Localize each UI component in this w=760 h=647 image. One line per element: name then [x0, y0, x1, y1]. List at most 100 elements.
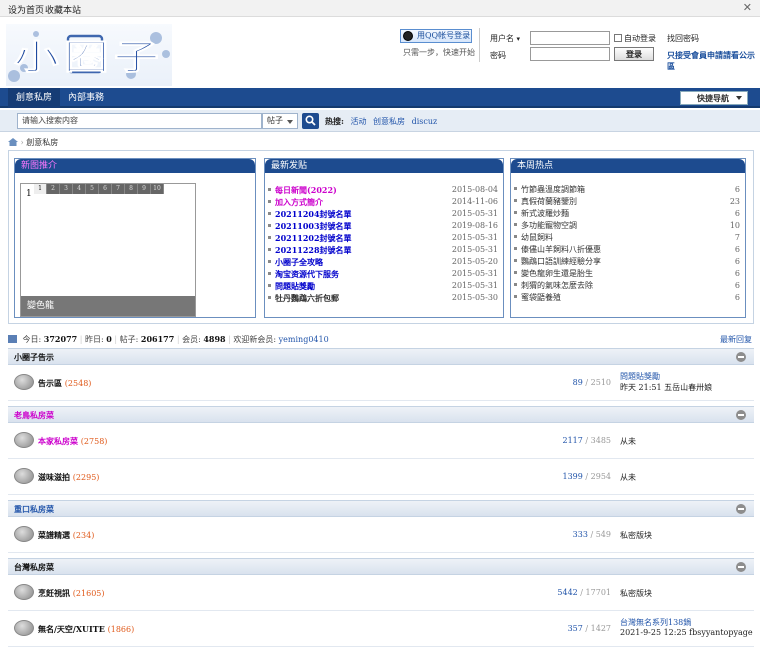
hot-item-title[interactable]: 刺猬的氣味怎麼去除 — [521, 281, 593, 290]
hot-item-title[interactable]: 幼鼠飼料 — [521, 233, 553, 242]
slide-page-button[interactable]: 4 — [73, 184, 86, 194]
slide-page-button[interactable]: 2 — [47, 184, 60, 194]
slide-page-button[interactable]: 1 — [34, 184, 47, 194]
latest-post-title[interactable]: 20211204封號名單 — [275, 209, 352, 219]
hot-item-title[interactable]: 蜜袋鼯養殖 — [521, 293, 561, 302]
forum-name[interactable]: 菜譜精選 (234) — [38, 530, 94, 541]
latest-post-title[interactable]: 每日新聞(2022) — [275, 185, 337, 195]
tab-creative-private[interactable]: 創意私房 — [8, 88, 61, 108]
hot-item[interactable]: 鸚鵡口語訓練經驗分享 6 — [514, 256, 740, 268]
collapse-icon[interactable] — [736, 562, 746, 572]
category-title[interactable]: 小圈子告示 — [14, 352, 54, 362]
category-title[interactable]: 重口私房菜 — [14, 504, 54, 514]
tab-internal-affairs[interactable]: 內部事務 — [60, 88, 112, 108]
latest-post-title[interactable]: 20211228封號名單 — [275, 245, 352, 255]
site-logo[interactable]: 小圈子 — [6, 24, 172, 86]
collapse-icon[interactable] — [736, 504, 746, 514]
latest-post-title[interactable]: 牡丹鸚鵡六折包郵 — [275, 293, 339, 303]
membership-notice-link[interactable]: 只接受會員申請請看公示區 — [667, 50, 760, 72]
latest-post-item[interactable]: 20211228封號名單 2015-05-31 — [268, 244, 498, 256]
latest-post-item[interactable]: 小圈子全攻略 2015-05-20 — [268, 256, 498, 268]
hot-item-title[interactable]: 鸚鵡口語訓練經驗分享 — [521, 257, 601, 266]
hot-item-title[interactable]: 竹節蟲溫度調節箱 — [521, 185, 585, 194]
hot-item[interactable]: 真假荷蘭豬鑒別 23 — [514, 196, 740, 208]
latest-post-item[interactable]: 牡丹鸚鵡六折包郵 2015-05-30 — [268, 292, 498, 304]
collapse-icon[interactable] — [736, 352, 746, 362]
forum-icon[interactable] — [14, 526, 34, 542]
hot-item[interactable]: 變色龍卵生還是胎生 6 — [514, 268, 740, 280]
hot-item[interactable]: 多功能寵物空調 10 — [514, 220, 740, 232]
login-button[interactable]: 登录 — [614, 47, 654, 61]
slide-page-button[interactable]: 10 — [151, 184, 164, 194]
forum-name[interactable]: 烹飪視訊 (21605) — [38, 588, 105, 599]
forum-stats: 1399 / 2954 — [562, 472, 612, 481]
set-homepage-link[interactable]: 设为首页 — [8, 3, 44, 16]
search-input[interactable]: 请输入搜索内容 — [17, 113, 262, 129]
latest-post-title[interactable]: 20211202封號名單 — [275, 233, 352, 243]
close-icon[interactable]: ✕ — [743, 1, 752, 14]
qq-login-button[interactable]: 用QQ帐号登录 — [400, 29, 472, 43]
hot-item[interactable]: 竹節蟲溫度調節箱 6 — [514, 184, 740, 196]
hot-item[interactable]: 傣儘山羊飼料八折優惠 6 — [514, 244, 740, 256]
find-password-link[interactable]: 找回密码 — [667, 33, 699, 44]
search-type-select[interactable]: 帖子 — [262, 113, 298, 129]
category-title[interactable]: 台灣私房菜 — [14, 562, 54, 572]
latest-post-title[interactable]: 20211003封號名單 — [275, 221, 352, 231]
new-member-link[interactable]: yeming0410 — [279, 335, 329, 344]
hot-item-title[interactable]: 真假荷蘭豬鑒別 — [521, 197, 577, 206]
hot-item[interactable]: 幼鼠飼料 7 — [514, 232, 740, 244]
forum-icon[interactable] — [14, 374, 34, 390]
latest-post-item[interactable]: 20211003封號名單 2019-08-16 — [268, 220, 498, 232]
image-slideshow[interactable]: 1 1 2 3 4 5 6 7 8 9 10 變色龍 — [20, 183, 196, 317]
latest-post-title[interactable]: 小圈子全攻略 — [275, 257, 323, 267]
forum-name[interactable]: 本家私房菜 (2758) — [38, 436, 107, 447]
latest-post-item[interactable]: 20211202封號名單 2015-05-31 — [268, 232, 498, 244]
auto-login-checkbox[interactable]: 自动登录 — [614, 33, 656, 44]
last-post-title[interactable]: 問題貼獎勵 — [620, 371, 712, 382]
hot-item-title[interactable]: 傣儘山羊飼料八折優惠 — [521, 245, 601, 254]
latest-post-item[interactable]: 20211204封號名單 2015-05-31 — [268, 208, 498, 220]
slide-page-button[interactable]: 3 — [60, 184, 73, 194]
latest-post-item[interactable]: 淘宝资源代下服务 2015-05-31 — [268, 268, 498, 280]
forum-icon[interactable] — [14, 468, 34, 484]
latest-post-item[interactable]: 每日新聞(2022) 2015-08-04 — [268, 184, 498, 196]
slide-page-button[interactable]: 9 — [138, 184, 151, 194]
slide-page-button[interactable]: 6 — [99, 184, 112, 194]
hot-item[interactable]: 刺猬的氣味怎麼去除 6 — [514, 280, 740, 292]
home-icon[interactable] — [8, 138, 18, 146]
forum-name[interactable]: 無名/天空/XUITE (1866) — [38, 624, 134, 635]
latest-post-item[interactable]: 加入方式簡介 2014-11-06 — [268, 196, 498, 208]
latest-reply-link[interactable]: 最新回复 — [720, 334, 752, 345]
latest-post-item[interactable]: 問題貼獎勵 2015-05-31 — [268, 280, 498, 292]
slide-page-button[interactable]: 8 — [125, 184, 138, 194]
forum-icon[interactable] — [14, 584, 34, 600]
password-input[interactable] — [530, 47, 610, 61]
forum-icon[interactable] — [14, 432, 34, 448]
search-button[interactable] — [302, 113, 319, 129]
hot-item[interactable]: 蜜袋鼯養殖 6 — [514, 292, 740, 304]
hot-keyword[interactable]: discuz — [412, 117, 438, 126]
last-post-title[interactable]: 台灣無名系列138鍋 — [620, 617, 753, 628]
collapse-icon[interactable] — [736, 410, 746, 420]
quick-nav-button[interactable]: 快捷导航 — [680, 91, 748, 105]
breadcrumb-current[interactable]: 創意私房 — [26, 138, 58, 147]
slide-page-button[interactable]: 7 — [112, 184, 125, 194]
latest-post-title[interactable]: 問題貼獎勵 — [275, 281, 315, 291]
username-input[interactable] — [530, 31, 610, 45]
forum-name[interactable]: 告示區 (2548) — [38, 378, 91, 389]
slide-caption[interactable]: 變色龍 — [21, 296, 195, 316]
bookmark-link[interactable]: 收藏本站 — [45, 3, 81, 16]
hot-item-title[interactable]: 新式波羅炒麵 — [521, 209, 569, 218]
slide-page-button[interactable]: 5 — [86, 184, 99, 194]
latest-post-title[interactable]: 加入方式簡介 — [275, 197, 323, 207]
category-title[interactable]: 老鳥私房菜 — [14, 410, 54, 420]
hot-item[interactable]: 新式波羅炒麵 6 — [514, 208, 740, 220]
hot-item-title[interactable]: 多功能寵物空調 — [521, 221, 577, 230]
hot-keyword[interactable]: 创意私房 — [373, 117, 405, 126]
hot-keyword[interactable]: 活动 — [351, 117, 367, 126]
forum-name[interactable]: 滋味滋拍 (2295) — [38, 472, 99, 483]
username-label[interactable]: 用户名 ▾ — [490, 33, 520, 44]
latest-post-title[interactable]: 淘宝资源代下服务 — [275, 269, 339, 279]
hot-item-title[interactable]: 變色龍卵生還是胎生 — [521, 269, 593, 278]
forum-icon[interactable] — [14, 620, 34, 636]
